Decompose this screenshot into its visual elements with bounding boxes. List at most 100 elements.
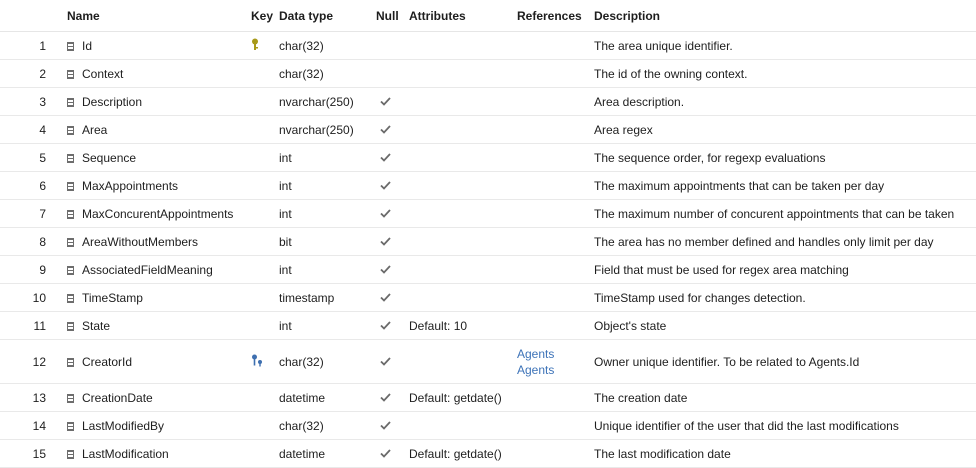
table-row[interactable]: 13 CreationDate datetime Default: getdate()… (0, 384, 976, 412)
attributes (409, 172, 517, 200)
column-name-cell[interactable]: Sequence (57, 144, 241, 172)
key-cell (241, 312, 279, 340)
column-icon (67, 97, 74, 107)
key-cell (241, 440, 279, 468)
attributes (409, 256, 517, 284)
table-row[interactable]: 2 Context char(32) The id of the owning con… (0, 60, 976, 88)
column-name-cell[interactable]: Area (57, 116, 241, 144)
references-cell (517, 172, 594, 200)
header-key[interactable]: Key (241, 0, 279, 32)
column-name: Area (82, 122, 108, 137)
table-row[interactable]: 10 TimeStamp timestamp TimeStamp used for c… (0, 284, 976, 312)
description: The sequence order, for regexp evaluatio… (594, 150, 826, 165)
column-name-cell[interactable]: LastModification (57, 440, 241, 468)
references-cell (517, 284, 594, 312)
attributes (409, 200, 517, 228)
header-data-type[interactable]: Data type (279, 0, 368, 32)
key-cell (241, 172, 279, 200)
null-cell (368, 200, 409, 228)
table-row[interactable]: 12 CreatorId char(32) Agents Agents Owner uni… (0, 340, 976, 384)
key-cell (241, 384, 279, 412)
key-cell (241, 412, 279, 440)
references-cell (517, 228, 594, 256)
references-cell (517, 312, 594, 340)
table-row[interactable]: 5 Sequence int The sequence order, for rege… (0, 144, 976, 172)
data-type: char(32) (279, 66, 324, 81)
references-cell (517, 256, 594, 284)
column-name-cell[interactable]: LastModifiedBy (57, 412, 241, 440)
row-number: 8 (39, 234, 46, 249)
table-row[interactable]: 6 MaxAppointments int The maximum appointme… (0, 172, 976, 200)
data-type: timestamp (279, 290, 335, 305)
column-name-cell[interactable]: AssociatedFieldMeaning (57, 256, 241, 284)
table-row[interactable]: 11 State int Default: 10 Object's state (0, 312, 976, 340)
header-references[interactable]: References (517, 0, 594, 32)
key-cell (241, 284, 279, 312)
column-name-cell[interactable]: TimeStamp (57, 284, 241, 312)
description: The id of the owning context. (594, 66, 748, 81)
header-name[interactable]: Name (57, 0, 241, 32)
column-name-cell[interactable]: CreatorId (57, 340, 241, 384)
attributes (409, 340, 517, 384)
column-name: MaxConcurentAppointments (82, 206, 234, 221)
reference-link[interactable]: Agents (517, 362, 594, 378)
attributes (409, 284, 517, 312)
table-row[interactable]: 14 LastModifiedBy char(32) Unique identifie… (0, 412, 976, 440)
key-cell (241, 60, 279, 88)
header-null[interactable]: Null (368, 0, 409, 32)
table-row[interactable]: 4 Area nvarchar(250) Area regex (0, 116, 976, 144)
column-name-cell[interactable]: State (57, 312, 241, 340)
references-cell (517, 412, 594, 440)
data-type: char(32) (279, 354, 324, 369)
attributes: Default: 10 (409, 318, 468, 333)
null-cell (368, 144, 409, 172)
reference-link[interactable]: Agents (517, 346, 594, 362)
column-icon (67, 153, 74, 163)
attributes (409, 116, 517, 144)
key-cell (241, 32, 279, 60)
table-row[interactable]: 1 Id char(32) The area unique identifier. (0, 32, 976, 60)
header-number (0, 0, 57, 32)
column-name-cell[interactable]: CreationDate (57, 384, 241, 412)
column-icon (67, 181, 74, 191)
data-type: nvarchar(250) (279, 94, 354, 109)
references-cell (517, 144, 594, 172)
attributes (409, 88, 517, 116)
null-cell (368, 228, 409, 256)
null-cell (368, 312, 409, 340)
header-description[interactable]: Description (594, 0, 976, 32)
column-name-cell[interactable]: Description (57, 88, 241, 116)
row-number: 1 (39, 38, 46, 53)
table-row[interactable]: 3 Description nvarchar(250) Area descriptio… (0, 88, 976, 116)
column-name: CreatorId (82, 354, 133, 369)
column-name-cell[interactable]: AreaWithoutMembers (57, 228, 241, 256)
column-icon (67, 265, 74, 275)
null-cell (368, 172, 409, 200)
data-type: int (279, 178, 292, 193)
column-name-cell[interactable]: MaxAppointments (57, 172, 241, 200)
null-cell (368, 60, 409, 88)
column-name-cell[interactable]: Id (57, 32, 241, 60)
header-attributes[interactable]: Attributes (409, 0, 517, 32)
column-name: Sequence (82, 150, 137, 165)
table-row[interactable]: 15 LastModification datetime Default: getda… (0, 440, 976, 468)
column-name: TimeStamp (82, 290, 143, 305)
key-cell (241, 200, 279, 228)
description: Area description. (594, 94, 685, 109)
foreign-key-icon (251, 354, 263, 370)
column-icon (67, 393, 74, 403)
table-row[interactable]: 7 MaxConcurentAppointments int The maximum … (0, 200, 976, 228)
table-row[interactable]: 8 AreaWithoutMembers bit The area has no me… (0, 228, 976, 256)
row-number: 12 (32, 354, 46, 369)
null-cell (368, 116, 409, 144)
table-row[interactable]: 9 AssociatedFieldMeaning int Field that mus… (0, 256, 976, 284)
key-cell (241, 228, 279, 256)
description: The maximum appointments that can be tak… (594, 178, 885, 193)
description: Field that must be used for regex area m… (594, 262, 849, 277)
column-icon (67, 69, 74, 79)
column-name-cell[interactable]: MaxConcurentAppointments (57, 200, 241, 228)
column-name: Context (82, 66, 124, 81)
row-number: 6 (39, 178, 46, 193)
references-cell (517, 32, 594, 60)
column-name-cell[interactable]: Context (57, 60, 241, 88)
